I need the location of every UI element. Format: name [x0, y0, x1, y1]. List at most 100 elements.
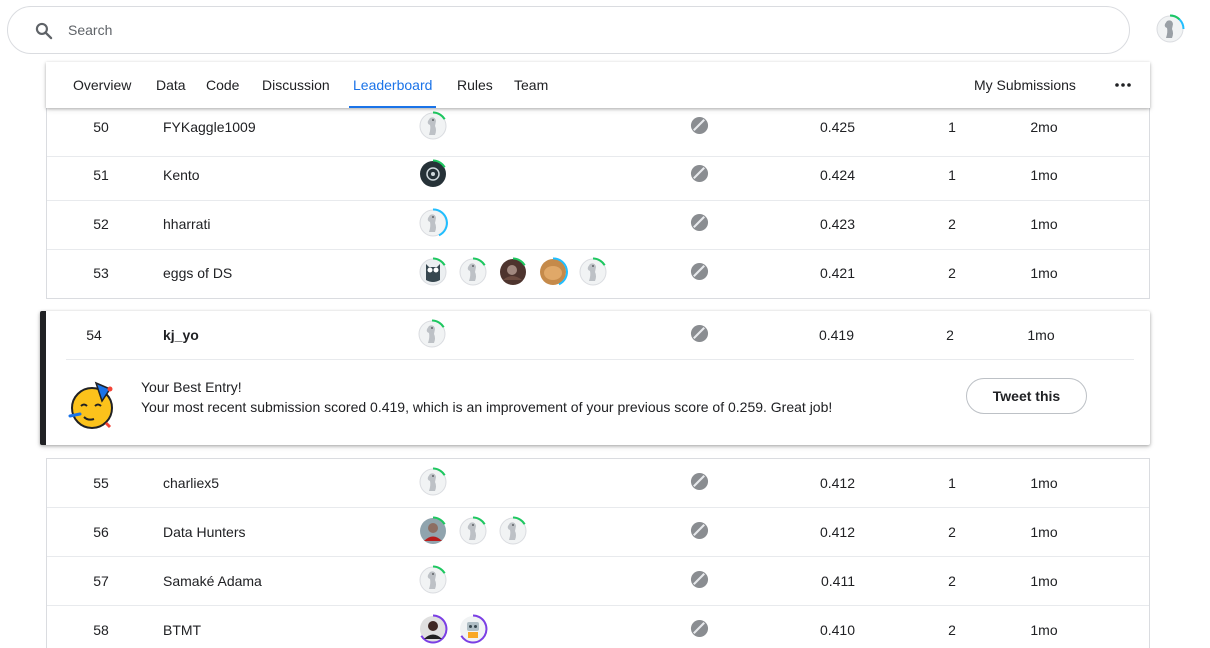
score-cell: 0.412: [819, 475, 855, 491]
team-members: [417, 466, 449, 498]
team-members: [417, 207, 449, 239]
last-submission-cell: 1mo: [1027, 327, 1055, 343]
entries-cell: 1: [948, 475, 956, 491]
member-avatar-icon[interactable]: [417, 515, 449, 547]
team-name[interactable]: BTMT: [163, 622, 201, 638]
search-input[interactable]: [68, 17, 1108, 43]
entries-cell: 1: [948, 119, 956, 135]
team-name[interactable]: Samaké Adama: [163, 573, 262, 589]
entries-cell: 2: [946, 327, 954, 343]
rank-cell: 54: [86, 327, 102, 343]
search-bar[interactable]: [7, 6, 1130, 54]
table-row[interactable]: 56 Data Hunters 0.412 2 1mo: [47, 508, 1149, 557]
team-members: [417, 613, 489, 645]
entries-cell: 2: [948, 622, 956, 638]
last-submission-cell: 2mo: [1030, 119, 1058, 135]
entries-cell: 2: [948, 524, 956, 540]
score-cell: 0.421: [819, 265, 855, 281]
medal-icon: [690, 570, 709, 589]
medal-icon: [690, 521, 709, 540]
member-avatar-icon[interactable]: [457, 256, 489, 288]
medal-icon: [690, 324, 709, 343]
medal-icon: [690, 116, 709, 135]
medal-icon: [690, 619, 709, 638]
score-cell: 0.419: [818, 327, 854, 343]
team-name[interactable]: Kento: [163, 167, 200, 183]
member-avatar-icon[interactable]: [416, 318, 448, 350]
team-name[interactable]: kj_yo: [163, 327, 199, 343]
rank-cell: 51: [93, 167, 109, 183]
medal-icon: [690, 472, 709, 491]
score-cell: 0.412: [819, 524, 855, 540]
team-members: [417, 110, 449, 142]
member-avatar-icon[interactable]: [417, 110, 449, 142]
member-avatar-icon[interactable]: [417, 158, 449, 190]
table-row[interactable]: 58 BTMT 0.410 2 1mo: [47, 606, 1149, 648]
last-submission-cell: 1mo: [1030, 216, 1058, 232]
entries-cell: 1: [948, 167, 956, 183]
team-name[interactable]: FYKaggle1009: [163, 119, 256, 135]
table-row[interactable]: 53 eggs of DS 0.421 2 1mo: [47, 250, 1149, 299]
team-name[interactable]: hharrati: [163, 216, 210, 232]
tab-overview[interactable]: Overview: [73, 62, 131, 108]
rank-cell: 50: [93, 119, 109, 135]
tab-discussion[interactable]: Discussion: [262, 62, 330, 108]
member-avatar-icon[interactable]: [457, 613, 489, 645]
table-row[interactable]: 55 charliex5 0.412 1 1mo: [47, 459, 1149, 508]
last-submission-cell: 1mo: [1030, 475, 1058, 491]
team-members: [417, 564, 449, 596]
leaderboard-table: 55 charliex5 0.412 1 1mo 56 Data Hunters…: [46, 458, 1150, 648]
my-submissions-link[interactable]: My Submissions: [974, 62, 1076, 108]
member-avatar-icon[interactable]: [417, 613, 449, 645]
score-cell: 0.424: [819, 167, 855, 183]
team-name[interactable]: Data Hunters: [163, 524, 245, 540]
last-submission-cell: 1mo: [1030, 573, 1058, 589]
tab-leaderboard[interactable]: Leaderboard: [348, 62, 437, 108]
last-submission-cell: 1mo: [1030, 167, 1058, 183]
entries-cell: 2: [948, 216, 956, 232]
tab-data[interactable]: Data: [156, 62, 186, 108]
search-icon[interactable]: [34, 21, 54, 41]
member-avatar-icon[interactable]: [497, 256, 529, 288]
more-options-icon[interactable]: [1114, 78, 1132, 92]
member-avatar-icon[interactable]: [457, 515, 489, 547]
member-avatar-icon[interactable]: [577, 256, 609, 288]
table-row[interactable]: 50 FYKaggle1009 0.425 1 2mo: [47, 108, 1149, 157]
medal-icon: [690, 164, 709, 183]
member-avatar-icon[interactable]: [417, 207, 449, 239]
member-avatar-icon[interactable]: [417, 564, 449, 596]
competition-tab-bar: Overview Data Code Discussion Leaderboar…: [46, 62, 1150, 108]
last-submission-cell: 1mo: [1030, 622, 1058, 638]
member-avatar-icon[interactable]: [497, 515, 529, 547]
medal-icon: [690, 262, 709, 281]
table-row[interactable]: 57 Samaké Adama 0.411 2 1mo: [47, 557, 1149, 606]
my-entry-row[interactable]: 54 kj_yo 0.419 2 1mo: [46, 311, 1150, 360]
medal-icon: [690, 213, 709, 232]
table-row[interactable]: 52 hharrati 0.423 2 1mo: [47, 201, 1149, 250]
best-entry-message: Your most recent submission scored 0.419…: [141, 399, 833, 415]
my-entry-card: 54 kj_yo 0.419 2 1mo Your Best Entry! Yo…: [40, 311, 1150, 445]
user-avatar-icon[interactable]: [1154, 13, 1186, 45]
rank-cell: 57: [93, 573, 109, 589]
tweet-button[interactable]: Tweet this: [966, 378, 1087, 414]
best-entry-title: Your Best Entry!: [141, 379, 242, 395]
member-avatar-icon[interactable]: [417, 256, 449, 288]
rank-cell: 55: [93, 475, 109, 491]
rank-cell: 52: [93, 216, 109, 232]
tab-rules[interactable]: Rules: [457, 62, 493, 108]
last-submission-cell: 1mo: [1030, 265, 1058, 281]
member-avatar-icon[interactable]: [537, 256, 569, 288]
team-name[interactable]: charliex5: [163, 475, 219, 491]
party-face-icon: [68, 381, 113, 429]
score-cell: 0.411: [821, 573, 855, 589]
tab-team[interactable]: Team: [514, 62, 548, 108]
rank-cell: 56: [93, 524, 109, 540]
tab-code[interactable]: Code: [206, 62, 239, 108]
divider: [66, 359, 1134, 360]
entries-cell: 2: [948, 573, 956, 589]
score-cell: 0.410: [819, 622, 855, 638]
score-cell: 0.425: [819, 119, 855, 135]
table-row[interactable]: 51 Kento 0.424 1 1mo: [47, 152, 1149, 201]
team-name[interactable]: eggs of DS: [163, 265, 232, 281]
member-avatar-icon[interactable]: [417, 466, 449, 498]
